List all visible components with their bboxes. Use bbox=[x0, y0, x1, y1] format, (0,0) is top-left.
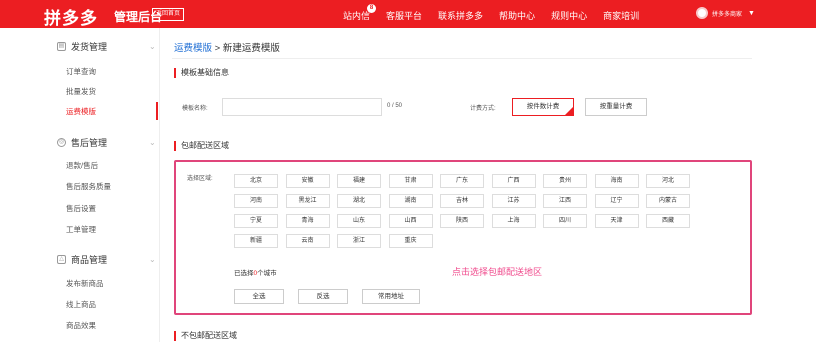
sidebar-section-products[interactable]: △ 商品管理 ⌄ bbox=[57, 253, 156, 266]
logo[interactable]: 拼多多 bbox=[44, 4, 98, 29]
chevron-down-icon: ⌄ bbox=[149, 255, 156, 264]
breadcrumb: 运费模版 > 新建运费模版 bbox=[174, 43, 280, 54]
province-option[interactable]: 四川 bbox=[543, 214, 587, 228]
province-option[interactable]: 辽宁 bbox=[594, 194, 639, 208]
nav-messages[interactable]: 站内信 8 bbox=[343, 4, 376, 22]
province-option[interactable]: 河北 bbox=[646, 174, 690, 188]
service-icon: ◎ bbox=[57, 138, 66, 147]
province-option[interactable]: 山东 bbox=[337, 214, 381, 228]
char-counter: 0 / 50 bbox=[387, 103, 403, 109]
template-name-input[interactable] bbox=[222, 98, 382, 116]
province-option[interactable]: 西藏 bbox=[646, 214, 690, 228]
province-option[interactable]: 湖南 bbox=[388, 194, 433, 208]
section-title-basic: 模板基础信息 bbox=[174, 68, 229, 78]
province-option[interactable]: 江苏 bbox=[491, 194, 536, 208]
nav-rules[interactable]: 规则中心 bbox=[551, 9, 587, 22]
sidebar-item-online-products[interactable]: 线上商品 bbox=[66, 299, 96, 310]
fee-by-weight-button[interactable]: 按重量计费 bbox=[585, 98, 647, 116]
province-option[interactable]: 广西 bbox=[491, 174, 536, 188]
active-indicator bbox=[156, 102, 158, 120]
chevron-down-icon: ⌄ bbox=[149, 138, 156, 147]
sidebar-item-aftersale-settings[interactable]: 售后设置 bbox=[66, 203, 96, 214]
avatar bbox=[696, 7, 708, 19]
sidebar-item-tickets[interactable]: 工单管理 bbox=[66, 224, 96, 235]
province-option[interactable]: 河南 bbox=[234, 194, 278, 208]
sidebar-item-refund[interactable]: 退款/售后 bbox=[66, 160, 98, 171]
province-option[interactable]: 福建 bbox=[337, 174, 381, 188]
sidebar-item-shipping-template[interactable]: 运费模版 bbox=[66, 106, 96, 117]
province-option[interactable]: 青海 bbox=[285, 214, 330, 228]
sidebar-item-service-quality[interactable]: 售后服务质量 bbox=[66, 181, 111, 192]
province-option[interactable]: 江西 bbox=[543, 194, 587, 208]
province-option[interactable]: 安徽 bbox=[285, 174, 330, 188]
nav-training[interactable]: 商家培训 bbox=[603, 9, 639, 22]
top-nav: 站内信 8 客服平台 联系拼多多 帮助中心 规则中心 商家培训 bbox=[343, 4, 655, 22]
sidebar-item-new-product[interactable]: 发布新商品 bbox=[66, 278, 104, 289]
user-menu[interactable]: 拼多多商家 ▼ bbox=[696, 7, 755, 19]
name-label: 模板名称: bbox=[182, 106, 208, 112]
selected-corner-icon bbox=[565, 107, 573, 115]
sidebar-item-batch-ship[interactable]: 批量发货 bbox=[66, 86, 96, 97]
message-count-badge: 8 bbox=[367, 4, 376, 13]
province-option[interactable]: 新疆 bbox=[234, 234, 278, 248]
province-option[interactable]: 海南 bbox=[594, 174, 639, 188]
nav-contact[interactable]: 联系拼多多 bbox=[438, 9, 483, 22]
nav-customer-service[interactable]: 客服平台 bbox=[386, 9, 422, 22]
nav-help[interactable]: 帮助中心 bbox=[499, 9, 535, 22]
province-option[interactable]: 贵州 bbox=[543, 174, 587, 188]
fee-label: 计费方式: bbox=[470, 106, 496, 112]
province-option[interactable]: 黑龙江 bbox=[285, 194, 330, 208]
sidebar-section-shipping[interactable]: ▤ 发货管理 ⌄ bbox=[57, 40, 156, 53]
sidebar-item-order-query[interactable]: 订单查询 bbox=[66, 66, 96, 77]
province-option[interactable]: 天津 bbox=[594, 214, 639, 228]
sidebar: ▤ 发货管理 ⌄ 订单查询 批量发货 运费模版 ◎ 售后管理 ⌄ 退款/售后 售… bbox=[44, 28, 160, 342]
province-option[interactable]: 山西 bbox=[388, 214, 433, 228]
province-option[interactable]: 云南 bbox=[285, 234, 330, 248]
sidebar-item-product-performance[interactable]: 商品效果 bbox=[66, 320, 96, 331]
province-option[interactable]: 重庆 bbox=[388, 234, 433, 248]
fee-by-piece-button[interactable]: 按件数计费 bbox=[512, 98, 574, 116]
breadcrumb-link[interactable]: 运费模版 bbox=[174, 43, 212, 54]
invert-selection-button[interactable]: 反选 bbox=[298, 289, 348, 304]
selected-count: 已选择0个城市 bbox=[234, 270, 277, 277]
province-option[interactable]: 湖北 bbox=[337, 194, 381, 208]
sidebar-section-aftersale[interactable]: ◎ 售后管理 ⌄ bbox=[57, 136, 156, 149]
province-option[interactable]: 浙江 bbox=[337, 234, 381, 248]
province-option[interactable]: 甘肃 bbox=[388, 174, 433, 188]
free-region-hint: 点击选择包邮配送地区 bbox=[452, 267, 543, 277]
section-title-free-region: 包邮配送区域 bbox=[174, 141, 229, 151]
province-option[interactable]: 上海 bbox=[491, 214, 536, 228]
chevron-down-icon: ▼ bbox=[748, 9, 755, 17]
divider bbox=[172, 58, 752, 59]
home-button[interactable]: 返回首页 bbox=[152, 8, 185, 21]
common-address-button[interactable]: 常用地址 bbox=[362, 289, 420, 304]
province-option[interactable]: 吉林 bbox=[440, 194, 484, 208]
province-option[interactable]: 广东 bbox=[440, 174, 484, 188]
province-option[interactable]: 宁夏 bbox=[234, 214, 278, 228]
page-title: 新建运费模版 bbox=[222, 43, 280, 54]
section-title-non-free-region: 不包邮配送区域 bbox=[174, 331, 237, 341]
province-option[interactable]: 内蒙古 bbox=[646, 194, 690, 208]
province-option[interactable]: 北京 bbox=[234, 174, 278, 188]
truck-icon: ▤ bbox=[57, 42, 66, 51]
region-select-label: 选择区域: bbox=[187, 176, 213, 182]
select-all-button[interactable]: 全选 bbox=[234, 289, 284, 304]
province-option[interactable]: 陕西 bbox=[440, 214, 484, 228]
chevron-down-icon: ⌄ bbox=[149, 42, 156, 51]
top-bar: 拼多多 管理后台 返回首页 站内信 8 客服平台 联系拼多多 帮助中心 规则中心 … bbox=[0, 0, 816, 28]
bag-icon: △ bbox=[57, 255, 66, 264]
user-name: 拼多多商家 bbox=[712, 11, 743, 18]
